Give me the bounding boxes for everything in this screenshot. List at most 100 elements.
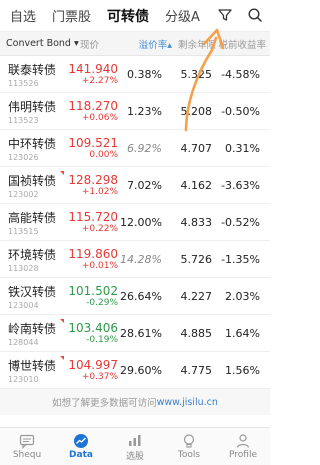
bond-code: 113515 [8,226,39,236]
price-change: +0.01% [81,261,118,271]
remaining-years: 4.775 [180,363,213,377]
pre-tax-yield: -3.63% [221,178,260,192]
header-price[interactable]: 现价 [70,37,118,51]
price-change: -0.29% [86,298,118,308]
footnote: 如想了解更多数据可访问 www.jisilu.cn [0,389,270,415]
jisilu-link[interactable]: www.jisilu.cn [157,397,218,408]
bond-code: 113526 [8,78,39,88]
price-change: +0.22% [81,224,118,234]
tab-watchlist[interactable]: 自选 [10,6,36,25]
bond-list: 联泰转债 113526 141.940 +2.27% 0.38% 5.325 -4.58% 伟… [0,56,270,389]
premium-rate: 28.61% [120,326,162,340]
sort-up-icon: ▴ [167,39,172,51]
header-years[interactable]: 剩余年限 [176,37,216,51]
tab-ticket-stocks[interactable]: 门票股 [52,6,91,25]
tab-graded-a[interactable]: 分级A [165,6,200,25]
premium-rate: 12.00% [120,215,162,229]
table-row[interactable]: 联泰转债 113526 141.940 +2.27% 0.38% 5.325 -4.58% [0,56,270,93]
price-value: 115.720 [68,210,118,224]
table-row[interactable]: 伟明转债 113523 118.270 +0.06% 1.23% 5.208 -0.50% [0,93,270,130]
remaining-years: 5.325 [180,67,213,81]
corner-flag-icon [60,171,64,175]
price-value: 101.502 [68,284,118,298]
nav-stock-pick[interactable]: 选股 [108,428,162,465]
premium-rate: 1.23% [127,104,162,118]
bond-name: 高能转债 [8,210,57,225]
bottom-nav: Shequ Data 选股 Tools Profile [0,427,270,465]
bond-name: 联泰转债 [8,62,57,77]
price-cell: 128.298 +1.02% [62,173,118,197]
nav-shequ[interactable]: Shequ [0,428,54,465]
price-cell: 141.940 +2.27% [62,62,118,86]
remaining-years: 4.227 [180,289,213,303]
premium-rate: 0.38% [127,67,162,81]
bond-name-cell: 博世转债 123010 [0,357,62,384]
bond-code: 128044 [8,337,39,347]
price-cell: 119.860 +0.01% [62,247,118,271]
price-cell: 118.270 +0.06% [62,99,118,123]
table-row[interactable]: 中环转债 123026 109.521 0.00% 6.92% 4.707 0.31% [0,130,270,167]
bar-chart-icon [129,434,141,446]
header-yield[interactable]: 税前收益率 [216,37,270,51]
table-row[interactable]: 铁汉转债 123004 101.502 -0.29% 26.64% 4.227 2.03% [0,278,270,315]
bond-name-cell: 伟明转债 113523 [0,98,62,125]
table-row[interactable]: 博世转债 123010 104.997 +0.37% 29.60% 4.775 1.56% [0,352,270,389]
header-premium[interactable]: 溢价率▴ [118,37,176,51]
price-change: +0.37% [81,372,118,382]
filter-icon[interactable] [216,6,234,24]
bond-name: 中环转债 [8,136,57,151]
tab-convertible-bonds[interactable]: 可转债 [107,6,149,26]
bond-name-cell: 中环转债 123026 [0,135,62,162]
header-name-sort[interactable]: Convert Bond ▾ [0,38,79,49]
bond-name: 国祯转债 [8,173,57,188]
bond-name-cell: 环境转债 113028 [0,246,62,273]
bond-code: 123004 [8,300,39,310]
table-row[interactable]: 国祯转债 123002 128.298 +1.02% 7.02% 4.162 -3.63% [0,167,270,204]
premium-rate: 26.64% [120,289,162,303]
price-cell: 103.406 -0.19% [62,321,118,345]
bond-name-cell: 岭南转债 128044 [0,320,62,347]
corner-flag-icon [60,319,64,323]
pre-tax-yield: -0.52% [221,215,260,229]
bond-name: 伟明转债 [8,99,57,114]
price-value: 128.298 [68,173,118,187]
price-change: +1.02% [81,187,118,197]
table-row[interactable]: 环境转债 113028 119.860 +0.01% 14.28% 5.726 -1.35% [0,241,270,278]
price-change: +0.06% [81,113,118,123]
table-header: Convert Bond ▾ 现价 溢价率▴ 剩余年限 税前收益率 [0,32,270,56]
bond-code: 123002 [8,189,39,199]
price-change: +2.27% [81,76,118,86]
nav-data[interactable]: Data [54,428,108,465]
lightbulb-icon [183,434,195,448]
corner-flag-icon [60,356,64,360]
price-cell: 109.521 0.00% [62,136,118,160]
price-change: 0.00% [89,150,118,160]
bond-name-cell: 国祯转债 123002 [0,172,62,199]
bond-name: 环境转债 [8,247,57,262]
premium-rate: 7.02% [127,178,162,192]
premium-rate: 6.92% [127,141,162,155]
remaining-years: 4.833 [180,215,213,229]
bond-code: 113523 [8,115,39,125]
remaining-years: 5.726 [180,252,213,266]
pre-tax-yield: 1.56% [225,363,260,377]
person-icon [236,434,250,448]
bond-name-cell: 联泰转债 113526 [0,61,62,88]
data-chart-icon [74,434,88,448]
price-cell: 115.720 +0.22% [62,210,118,234]
pre-tax-yield: 0.31% [225,141,260,155]
bond-name-cell: 高能转债 113515 [0,209,62,236]
remaining-years: 4.885 [180,326,213,340]
price-value: 103.406 [68,321,118,335]
price-value: 141.940 [68,62,118,76]
table-row[interactable]: 高能转债 113515 115.720 +0.22% 12.00% 4.833 -0.52% [0,204,270,241]
nav-tools[interactable]: Tools [162,428,216,465]
pre-tax-yield: -1.35% [221,252,260,266]
table-row[interactable]: 岭南转债 128044 103.406 -0.19% 28.61% 4.885 1.64% [0,315,270,352]
search-icon[interactable] [246,6,264,24]
price-value: 109.521 [68,136,118,150]
bond-name: 岭南转债 [8,321,57,336]
nav-profile[interactable]: Profile [216,428,270,465]
remaining-years: 5.208 [180,104,213,118]
price-cell: 104.997 +0.37% [62,358,118,382]
